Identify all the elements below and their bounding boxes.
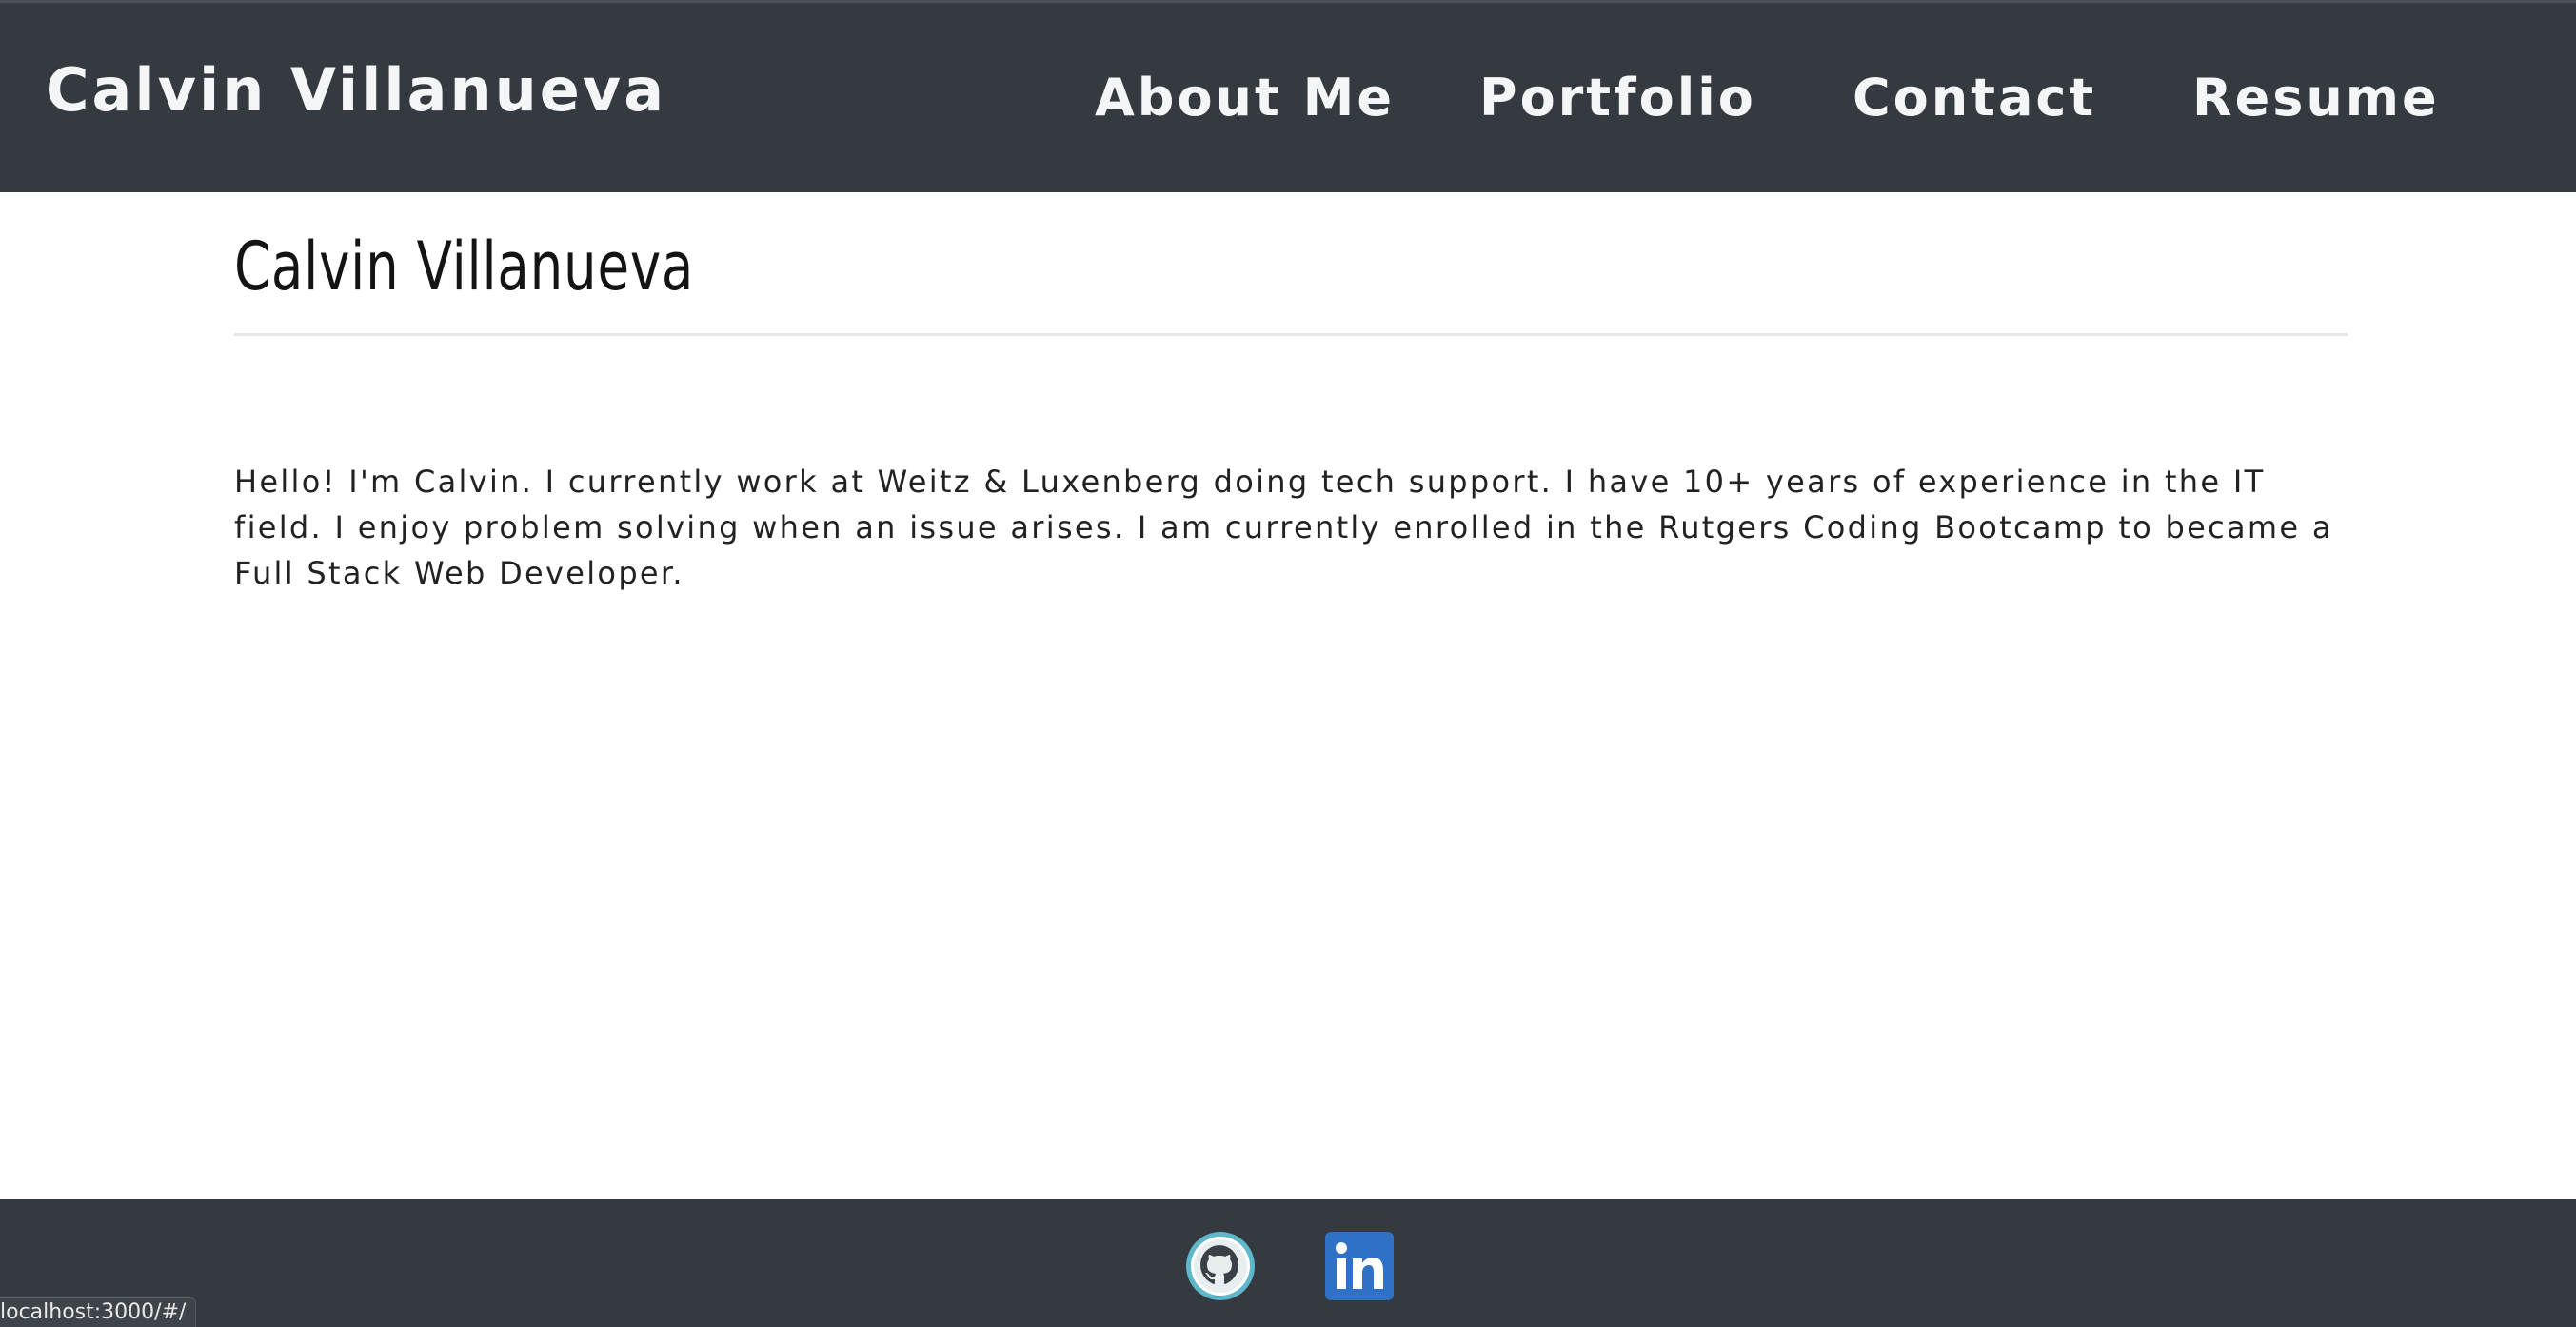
nav-contact[interactable]: Contact [1853,68,2096,128]
bio-text: Hello! I'm Calvin. I currently work at W… [234,464,2333,591]
github-link[interactable] [1184,1230,1257,1302]
site-header: Calvin Villanueva About Me Portfolio Con… [0,0,2576,192]
nav-about-me[interactable]: About Me [1095,68,1395,128]
page-title: Calvin Villanueva [234,228,695,306]
nav-portfolio[interactable]: Portfolio [1479,68,1756,128]
title-divider [234,333,2348,336]
github-icon [1186,1232,1255,1300]
nav-resume[interactable]: Resume [2192,68,2440,128]
page: Calvin Villanueva About Me Portfolio Con… [0,0,2576,1327]
about-section: Calvin Villanueva Hello! I'm Calvin. I c… [234,192,2348,591]
linkedin-icon [1325,1232,1394,1300]
site-footer [0,1199,2576,1327]
linkedin-link[interactable] [1325,1232,1394,1300]
brand-link[interactable]: Calvin Villanueva [46,55,666,125]
browser-status-url: localhost:3000/#/ [0,1297,197,1327]
